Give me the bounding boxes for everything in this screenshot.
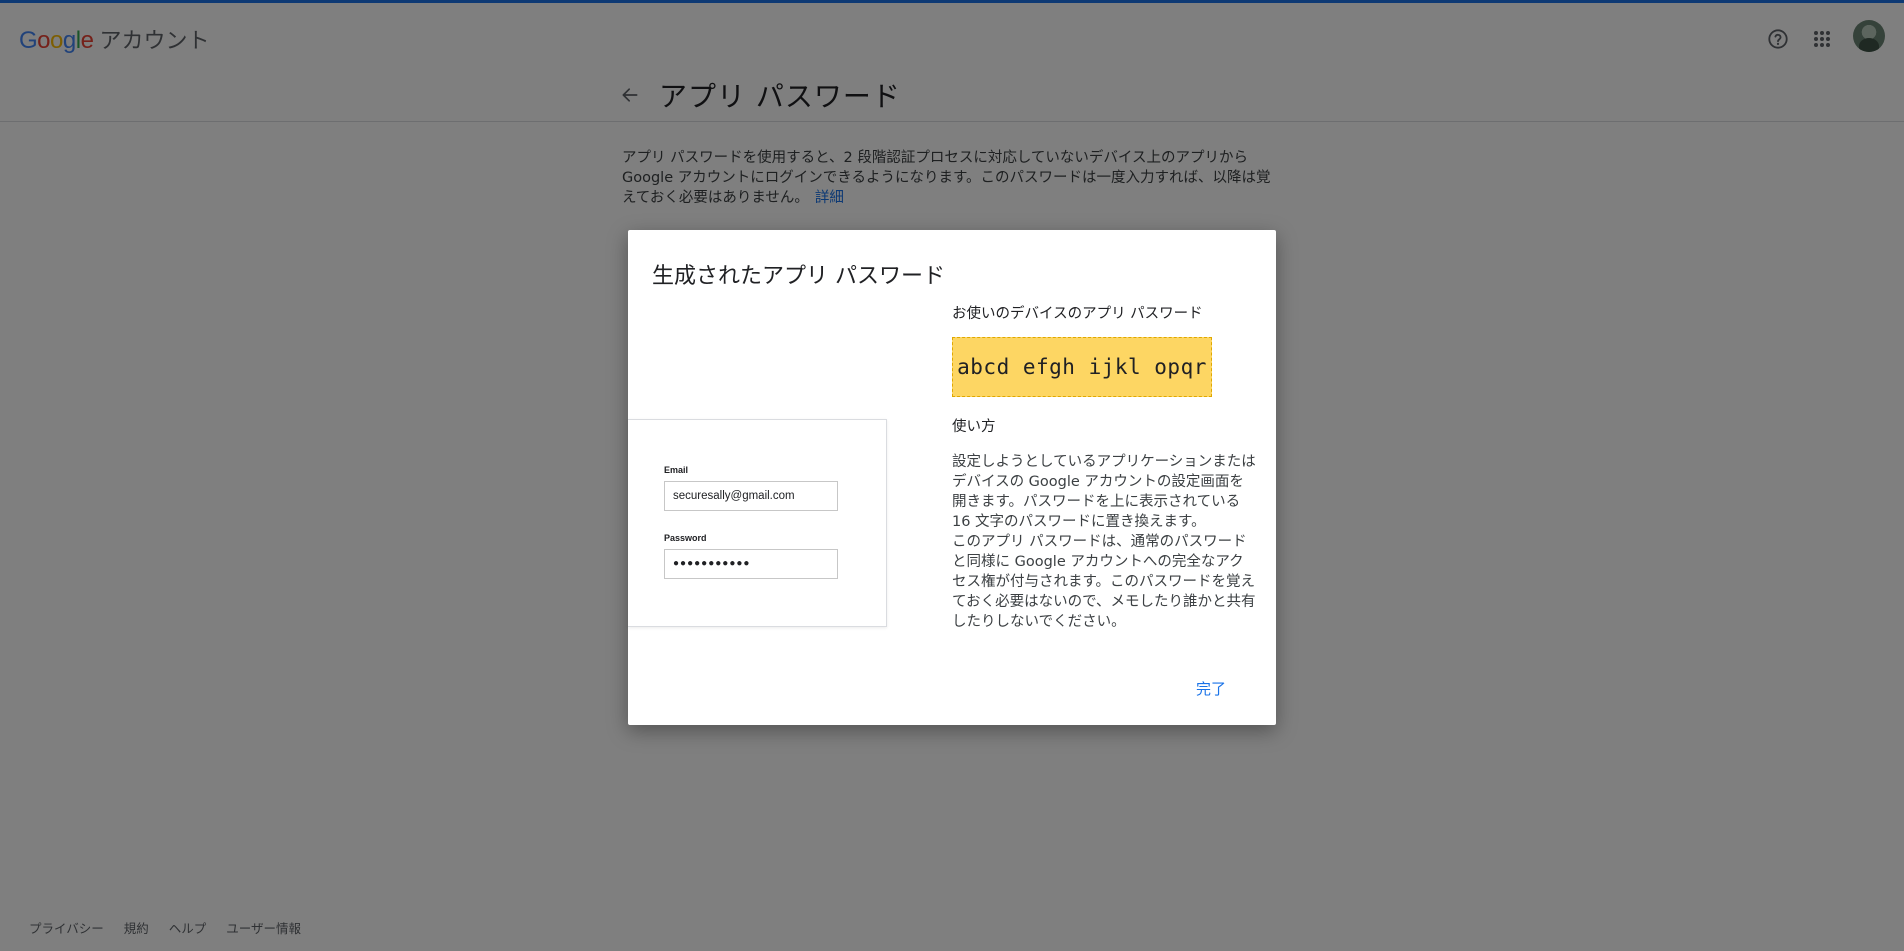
- illustration-email-label: Email: [664, 465, 689, 475]
- generated-password[interactable]: abcd efgh ijkl opqr: [952, 337, 1212, 397]
- login-illustration: Email securesally@gmail.com Password ●●●…: [628, 419, 887, 627]
- illustration-password-field: ●●●●●●●●●●●: [664, 549, 838, 579]
- illustration-password-label: Password: [664, 533, 707, 543]
- generated-app-password-dialog: 生成されたアプリ パスワード Email securesally@gmail.c…: [628, 230, 1276, 725]
- how-to-heading: 使い方: [952, 419, 996, 435]
- instruction-paragraph-2: このアプリ パスワードは、通常のパスワードと同様に Google アカウントへの…: [952, 534, 1256, 630]
- device-password-label: お使いのデバイスのアプリ パスワード: [952, 306, 1203, 322]
- password-info-column: お使いのデバイスのアプリ パスワード abcd efgh ijkl opqr 使…: [952, 302, 1256, 632]
- illustration-email-field: securesally@gmail.com: [664, 481, 838, 511]
- dialog-title: 生成されたアプリ パスワード: [652, 264, 945, 289]
- done-button[interactable]: 完了: [1196, 678, 1226, 699]
- instruction-paragraph-1: 設定しようとしているアプリケーションまたはデバイスの Google アカウントの…: [952, 454, 1256, 530]
- instructions: 設定しようとしているアプリケーションまたはデバイスの Google アカウントの…: [952, 452, 1256, 632]
